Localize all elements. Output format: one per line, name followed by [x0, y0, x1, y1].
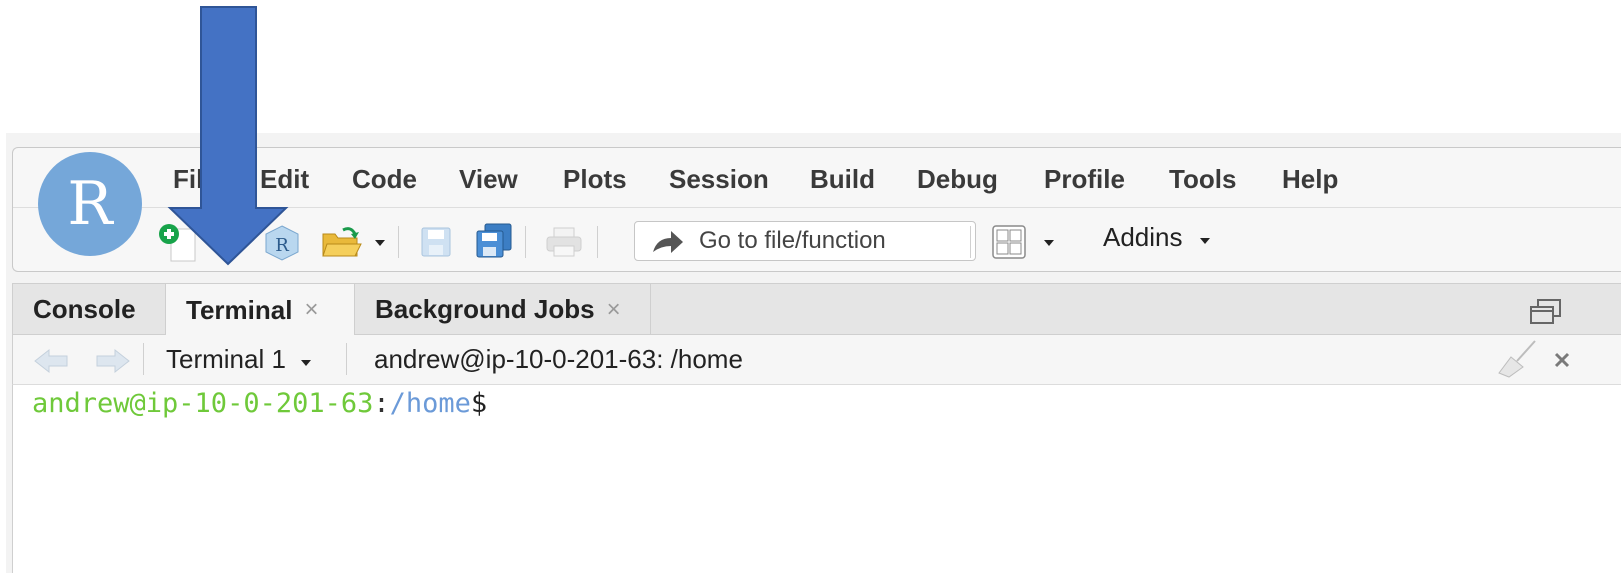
tab-label: Console	[33, 294, 136, 324]
tab-console[interactable]: Console	[13, 284, 166, 335]
prompt-symbol: $	[470, 388, 488, 419]
top-bar: File Edit Code View Plots Session Build …	[12, 147, 1621, 272]
forward-arrow-icon[interactable]	[93, 347, 131, 375]
r-logo: R	[38, 152, 142, 256]
terminal-session-dropdown[interactable]: Terminal 1	[166, 344, 313, 375]
chevron-down-icon	[301, 360, 312, 366]
rstudio-window: File Edit Code View Plots Session Build …	[6, 133, 1621, 573]
terminal-output[interactable]: andrew@ip-10-0-201-63:/home$	[12, 385, 1621, 573]
toolbar-separator	[597, 226, 598, 258]
prompt-user: andrew@ip-10-0-201-63	[32, 388, 374, 419]
grid-layout-icon[interactable]	[991, 224, 1027, 260]
toolbar-separator	[346, 343, 347, 375]
menu-build[interactable]: Build	[810, 164, 875, 195]
menu-bar: File Edit Code View Plots Session Build …	[13, 148, 1621, 208]
tab-label: Terminal	[186, 294, 293, 325]
menu-code[interactable]: Code	[352, 164, 417, 195]
terminal-prompt: andrew@ip-10-0-201-63:/home$	[32, 388, 487, 419]
close-terminal-icon[interactable]	[1553, 351, 1571, 369]
main-toolbar: R Go to file/function Addins	[13, 208, 1621, 271]
save-icon[interactable]	[420, 226, 452, 258]
print-icon[interactable]	[545, 226, 583, 258]
menu-edit[interactable]: Edit	[260, 164, 309, 195]
menu-tools[interactable]: Tools	[1169, 164, 1236, 195]
goto-file-input[interactable]: Go to file/function	[634, 221, 976, 261]
r-logo-letter: R	[67, 169, 113, 239]
prompt-separator: :	[373, 388, 390, 419]
toolbar-separator	[525, 226, 526, 258]
close-icon[interactable]: ×	[607, 296, 621, 324]
addins-label: Addins	[1103, 222, 1183, 252]
tab-background-jobs[interactable]: Background Jobs ×	[355, 284, 651, 335]
menu-view[interactable]: View	[459, 164, 518, 195]
layout-dropdown-icon[interactable]	[1042, 238, 1056, 248]
pane-tabstrip: Console Terminal × Background Jobs ×	[12, 283, 1621, 336]
menu-session[interactable]: Session	[669, 164, 769, 195]
goto-placeholder: Go to file/function	[699, 227, 886, 254]
close-icon[interactable]: ×	[304, 296, 318, 324]
svg-text:R: R	[275, 235, 289, 256]
toolbar-separator	[398, 226, 399, 258]
prompt-path: /home	[389, 388, 471, 419]
goto-arrow-icon	[653, 231, 683, 253]
menu-file[interactable]: File	[173, 164, 218, 195]
tab-terminal[interactable]: Terminal ×	[166, 284, 355, 336]
toolbar-separator	[143, 343, 144, 375]
r-project-icon[interactable]: R	[263, 224, 301, 262]
back-arrow-icon[interactable]	[33, 347, 71, 375]
tab-label: Background Jobs	[375, 294, 595, 324]
terminal-title: andrew@ip-10-0-201-63: /home	[374, 344, 743, 374]
save-all-icon[interactable]	[475, 222, 515, 260]
open-dropdown-icon[interactable]	[373, 238, 387, 248]
addins-button[interactable]: Addins	[1103, 222, 1212, 253]
terminal-session-label: Terminal 1	[166, 344, 286, 374]
addins-dropdown-icon	[1199, 238, 1210, 244]
new-file-icon[interactable]	[159, 223, 209, 265]
menu-plots[interactable]: Plots	[563, 164, 627, 195]
menu-help[interactable]: Help	[1282, 164, 1338, 195]
terminal-toolbar: Terminal 1 andrew@ip-10-0-201-63: /home	[12, 335, 1621, 385]
screenshot-stage: File Edit Code View Plots Session Build …	[0, 0, 1621, 573]
open-folder-icon[interactable]	[321, 224, 363, 260]
menu-profile[interactable]: Profile	[1044, 164, 1125, 195]
broom-icon[interactable]	[1497, 339, 1539, 379]
menu-debug[interactable]: Debug	[917, 164, 998, 195]
maximize-pane-icon[interactable]	[1528, 298, 1564, 328]
toolbar-separator	[970, 226, 971, 258]
